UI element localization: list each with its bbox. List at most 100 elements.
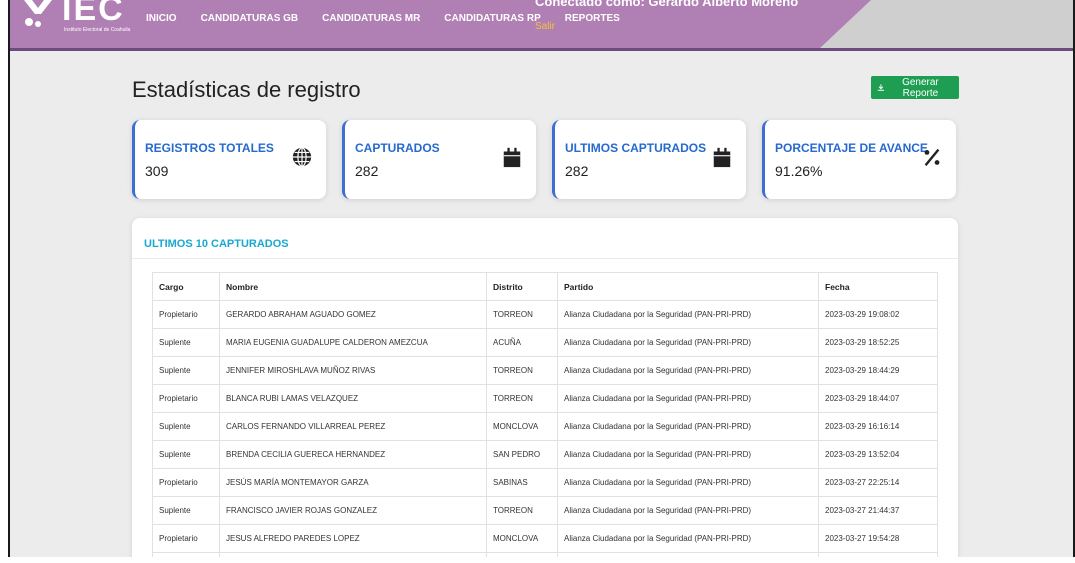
logo-text: IEC bbox=[62, 0, 125, 28]
table-row: Propietario JESÚS MARÍA MONTEMAYOR GARZA S… bbox=[152, 468, 938, 497]
latest-captured-panel: ULTIMOS 10 CAPTURADOS Cargo Nombre Distr… bbox=[132, 218, 958, 563]
cell-distrito: SABINAS bbox=[486, 468, 558, 497]
stat-title: CAPTURADOS bbox=[355, 141, 440, 155]
cell-cargo: Propietario bbox=[152, 384, 220, 413]
generate-report-label: Generar Reporte bbox=[902, 76, 939, 99]
navbar-gray-area bbox=[820, 0, 1075, 48]
table-row: Suplente FRANCISCO JAVIER ROJAS GONZALEZ T… bbox=[152, 496, 938, 525]
cell-partido: Alianza Ciudadana por la Seguridad (PAN-… bbox=[557, 468, 819, 497]
stat-title: ULTIMOS CAPTURADOS bbox=[565, 141, 707, 155]
top-navbar: IEC Instituto Electoral de Coahuila INIC… bbox=[8, 0, 1075, 51]
cell-fecha: 2023-03-29 16:16:14 bbox=[818, 412, 938, 441]
cell-partido: Alianza Ciudadana por la Seguridad (PAN-… bbox=[557, 412, 819, 441]
cell-cargo: Propietario bbox=[152, 524, 220, 553]
cell-nombre: JESÚS MARÍA MONTEMAYOR GARZA bbox=[219, 468, 487, 497]
cell-nombre: JENNIFER MIROSHLAVA MUÑOZ RIVAS bbox=[219, 356, 487, 385]
header-nombre: Nombre bbox=[219, 272, 487, 301]
cell-partido: Alianza Ciudadana por la Seguridad (PAN-… bbox=[557, 300, 819, 329]
panel-divider bbox=[132, 258, 958, 259]
cell-fecha: 2023-03-29 18:44:29 bbox=[818, 356, 938, 385]
page-title: Estadísticas de registro bbox=[132, 77, 361, 102]
cell-cargo: Suplente bbox=[152, 412, 220, 441]
page-frame: IEC Instituto Electoral de Coahuila INIC… bbox=[8, 0, 1075, 563]
cell-distrito: TORREON bbox=[486, 496, 558, 525]
cell-nombre: JESUS ALFREDO PAREDES LOPEZ bbox=[219, 524, 487, 553]
cell-distrito: TORREON bbox=[486, 300, 558, 329]
cell-fecha: 2023-03-29 18:44:07 bbox=[818, 384, 938, 413]
stat-value: 91.26% bbox=[775, 163, 823, 179]
stat-card-progress: PORCENTAJE DE AVANCE 91.26% bbox=[762, 120, 956, 199]
globe-icon bbox=[292, 147, 312, 167]
cell-distrito: TORREON bbox=[486, 356, 558, 385]
cell-partido: Alianza Ciudadana por la Seguridad (PAN-… bbox=[557, 384, 819, 413]
cell-partido: Alianza Ciudadana por la Seguridad (PAN-… bbox=[557, 440, 819, 469]
cell-cargo: Suplente bbox=[152, 356, 220, 385]
screen-edge bbox=[8, 557, 1075, 563]
cell-fecha: 2023-03-27 22:25:14 bbox=[818, 468, 938, 497]
logo-mark-icon bbox=[24, 0, 52, 27]
cell-cargo: Propietario bbox=[152, 300, 220, 329]
cell-partido: Alianza Ciudadana por la Seguridad (PAN-… bbox=[557, 496, 819, 525]
nav-candidaturas-mr[interactable]: CANDIDATURAS MR bbox=[322, 13, 420, 24]
cell-nombre: MARIA EUGENIA GUADALUPE CALDERON AMEZCUA bbox=[219, 328, 487, 357]
header-fecha: Fecha bbox=[818, 272, 938, 301]
stat-value: 309 bbox=[145, 163, 169, 179]
cell-fecha: 2023-03-29 18:52:25 bbox=[818, 328, 938, 357]
generate-report-button[interactable]: Generar Reporte bbox=[871, 76, 959, 99]
stat-card-last-captured: ULTIMOS CAPTURADOS 282 bbox=[552, 120, 746, 199]
calendar-icon bbox=[713, 147, 731, 168]
cell-nombre: CARLOS FERNANDO VILLARREAL PEREZ bbox=[219, 412, 487, 441]
table-header-row: Cargo Nombre Distrito Partido Fecha bbox=[152, 272, 938, 301]
table-row: Propietario BLANCA RUBI LAMAS VELAZQUEZ TO… bbox=[152, 384, 938, 413]
cell-fecha: 2023-03-29 13:52:04 bbox=[818, 440, 938, 469]
table-row: Propietario GERARDO ABRAHAM AGUADO GOMEZ T… bbox=[152, 300, 938, 329]
table-title: ULTIMOS 10 CAPTURADOS bbox=[144, 238, 289, 250]
header-partido: Partido bbox=[557, 272, 819, 301]
stat-card-captured: CAPTURADOS 282 bbox=[342, 120, 536, 199]
cell-fecha: 2023-03-27 21:44:37 bbox=[818, 496, 938, 525]
cell-nombre: BRENDA CECILIA GUERECA HERNANDEZ bbox=[219, 440, 487, 469]
nav-candidaturas-gb[interactable]: CANDIDATURAS GB bbox=[201, 13, 299, 24]
cell-cargo: Suplente bbox=[152, 496, 220, 525]
cell-distrito: MONCLOVA bbox=[486, 524, 558, 553]
cell-distrito: MONCLOVA bbox=[486, 412, 558, 441]
cell-partido: Alianza Ciudadana por la Seguridad (PAN-… bbox=[557, 328, 819, 357]
table-row: Suplente JENNIFER MIROSHLAVA MUÑOZ RIVAS T… bbox=[152, 356, 938, 385]
cell-cargo: Suplente bbox=[152, 440, 220, 469]
stat-card-total: REGISTROS TOTALES 309 bbox=[132, 120, 326, 199]
nav-inicio[interactable]: INICIO bbox=[146, 13, 177, 24]
header-distrito: Distrito bbox=[486, 272, 558, 301]
cell-nombre: BLANCA RUBI LAMAS VELAZQUEZ bbox=[219, 384, 487, 413]
stat-title: PORCENTAJE DE AVANCE bbox=[775, 141, 928, 155]
latest-captured-table: Cargo Nombre Distrito Partido Fecha Prop… bbox=[152, 272, 938, 563]
screen-edge bbox=[8, 0, 10, 563]
cell-distrito: TORREON bbox=[486, 384, 558, 413]
cell-partido: Alianza Ciudadana por la Seguridad (PAN-… bbox=[557, 524, 819, 553]
table-row: Suplente CARLOS FERNANDO VILLARREAL PEREZ… bbox=[152, 412, 938, 441]
stat-title: REGISTROS TOTALES bbox=[145, 141, 274, 155]
iec-logo[interactable]: IEC Instituto Electoral de Coahuila bbox=[22, 0, 142, 34]
cell-nombre: FRANCISCO JAVIER ROJAS GONZALEZ bbox=[219, 496, 487, 525]
logo-subtitle: Instituto Electoral de Coahuila bbox=[64, 27, 131, 33]
cell-partido: Alianza Ciudadana por la Seguridad (PAN-… bbox=[557, 356, 819, 385]
nav-reportes[interactable]: REPORTES bbox=[565, 13, 620, 24]
cell-nombre: GERARDO ABRAHAM AGUADO GOMEZ bbox=[219, 300, 487, 329]
logout-link[interactable]: Salir bbox=[535, 21, 555, 32]
cell-fecha: 2023-03-29 19:08:02 bbox=[818, 300, 938, 329]
percent-icon bbox=[924, 148, 940, 167]
download-icon bbox=[877, 84, 885, 91]
nav-candidaturas-rp[interactable]: CANDIDATURAS RP bbox=[444, 13, 540, 24]
calendar-icon bbox=[503, 147, 521, 168]
cell-cargo: Propietario bbox=[152, 468, 220, 497]
cell-distrito: ACUÑA bbox=[486, 328, 558, 357]
header-cargo: Cargo bbox=[152, 272, 220, 301]
stat-value: 282 bbox=[355, 163, 379, 179]
cell-distrito: SAN PEDRO bbox=[486, 440, 558, 469]
connected-user: Conectado como: Gerardo Alberto Moreno bbox=[535, 0, 799, 9]
table-row: Propietario JESUS ALFREDO PAREDES LOPEZ MO… bbox=[152, 524, 938, 553]
stat-value: 282 bbox=[565, 163, 589, 179]
table-row: Suplente BRENDA CECILIA GUERECA HERNANDEZ… bbox=[152, 440, 938, 469]
cell-fecha: 2023-03-27 19:54:28 bbox=[818, 524, 938, 553]
table-body: Propietario GERARDO ABRAHAM AGUADO GOMEZ T… bbox=[152, 300, 938, 563]
cell-cargo: Suplente bbox=[152, 328, 220, 357]
